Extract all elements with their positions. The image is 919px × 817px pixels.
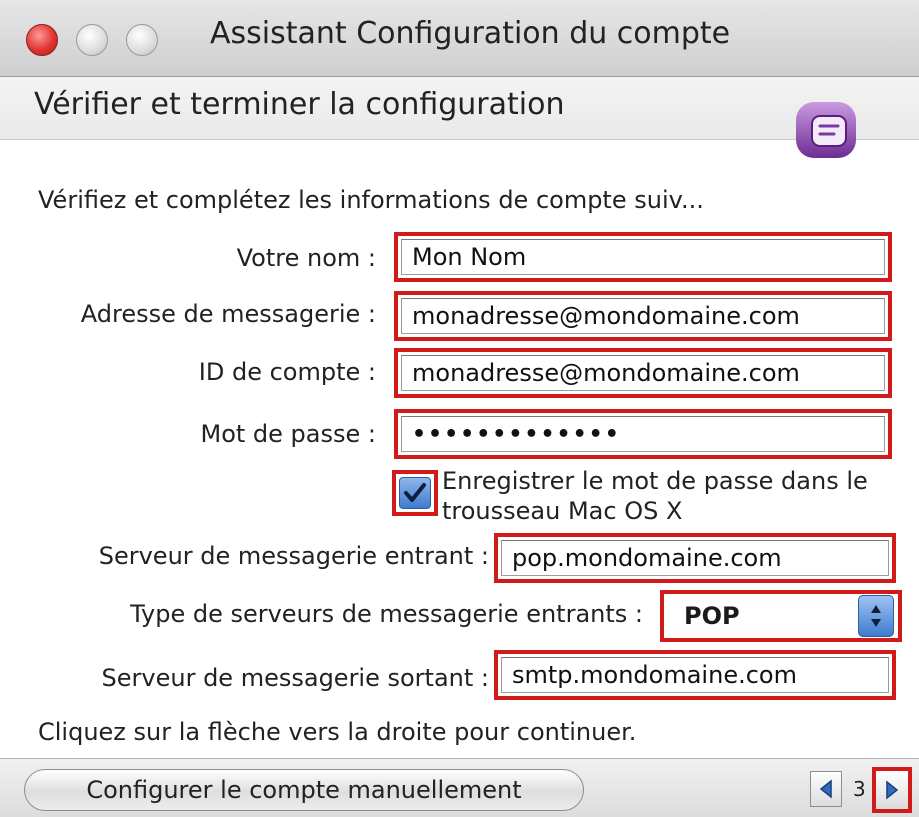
save-password-checkbox[interactable] [392, 470, 438, 516]
window-titlebar: Assistant Configuration du compte [0, 0, 919, 77]
incoming-server-field[interactable]: pop.mondomaine.com [494, 533, 896, 583]
close-window-button[interactable] [26, 24, 58, 56]
password-field[interactable]: ••••••••••••• [394, 409, 892, 459]
continue-hint: Cliquez sur la flèche vers la droite pou… [38, 718, 637, 746]
incoming-type-select[interactable]: POP [660, 590, 902, 642]
entourage-app-icon [796, 102, 856, 158]
email-field[interactable]: monadresse@mondomaine.com [394, 291, 892, 341]
name-field-value: Mon Nom [412, 243, 527, 271]
updown-arrows-icon [858, 595, 894, 637]
account-id-label: ID de compte : [198, 358, 376, 386]
zoom-window-button[interactable] [126, 24, 158, 56]
incoming-server-label: Serveur de messagerie entrant : [98, 542, 489, 570]
page-title: Vérifier et terminer la configuration [34, 87, 565, 122]
incoming-type-value: POP [684, 602, 740, 630]
name-label: Votre nom : [236, 244, 376, 272]
incoming-server-field-value: pop.mondomaine.com [512, 544, 782, 572]
arrow-left-icon [819, 779, 832, 799]
next-page-button[interactable] [872, 767, 912, 813]
email-field-value: monadresse@mondomaine.com [412, 302, 800, 330]
window-title: Assistant Configuration du compte [210, 16, 731, 51]
checkmark-icon [404, 483, 426, 502]
account-id-field[interactable]: monadresse@mondomaine.com [394, 348, 892, 398]
save-password-label: Enregistrer le mot de passe dans le trou… [442, 467, 868, 525]
email-label: Adresse de messagerie : [80, 300, 376, 328]
password-field-value: ••••••••••••• [412, 421, 621, 447]
account-id-field-value: monadresse@mondomaine.com [412, 359, 800, 387]
instruction-text: Vérifiez et complétez les informations d… [38, 186, 704, 214]
previous-page-button[interactable] [810, 771, 842, 807]
outgoing-server-field[interactable]: smtp.mondomaine.com [494, 650, 896, 700]
arrow-right-icon [886, 780, 899, 800]
password-label: Mot de passe : [200, 420, 377, 448]
minimize-window-button[interactable] [76, 24, 108, 56]
configure-manually-button[interactable]: Configurer le compte manuellement [24, 769, 584, 811]
incoming-type-label: Type de serveurs de messagerie entrants … [130, 600, 643, 628]
page-number: 3 [853, 777, 866, 801]
bottom-bar: Configurer le compte manuellement 3 [0, 758, 919, 817]
outgoing-server-field-value: smtp.mondomaine.com [512, 661, 797, 689]
name-field[interactable]: Mon Nom [394, 232, 892, 282]
page-header: Vérifier et terminer la configuration [0, 77, 919, 140]
outgoing-server-label: Serveur de messagerie sortant : [101, 664, 489, 692]
